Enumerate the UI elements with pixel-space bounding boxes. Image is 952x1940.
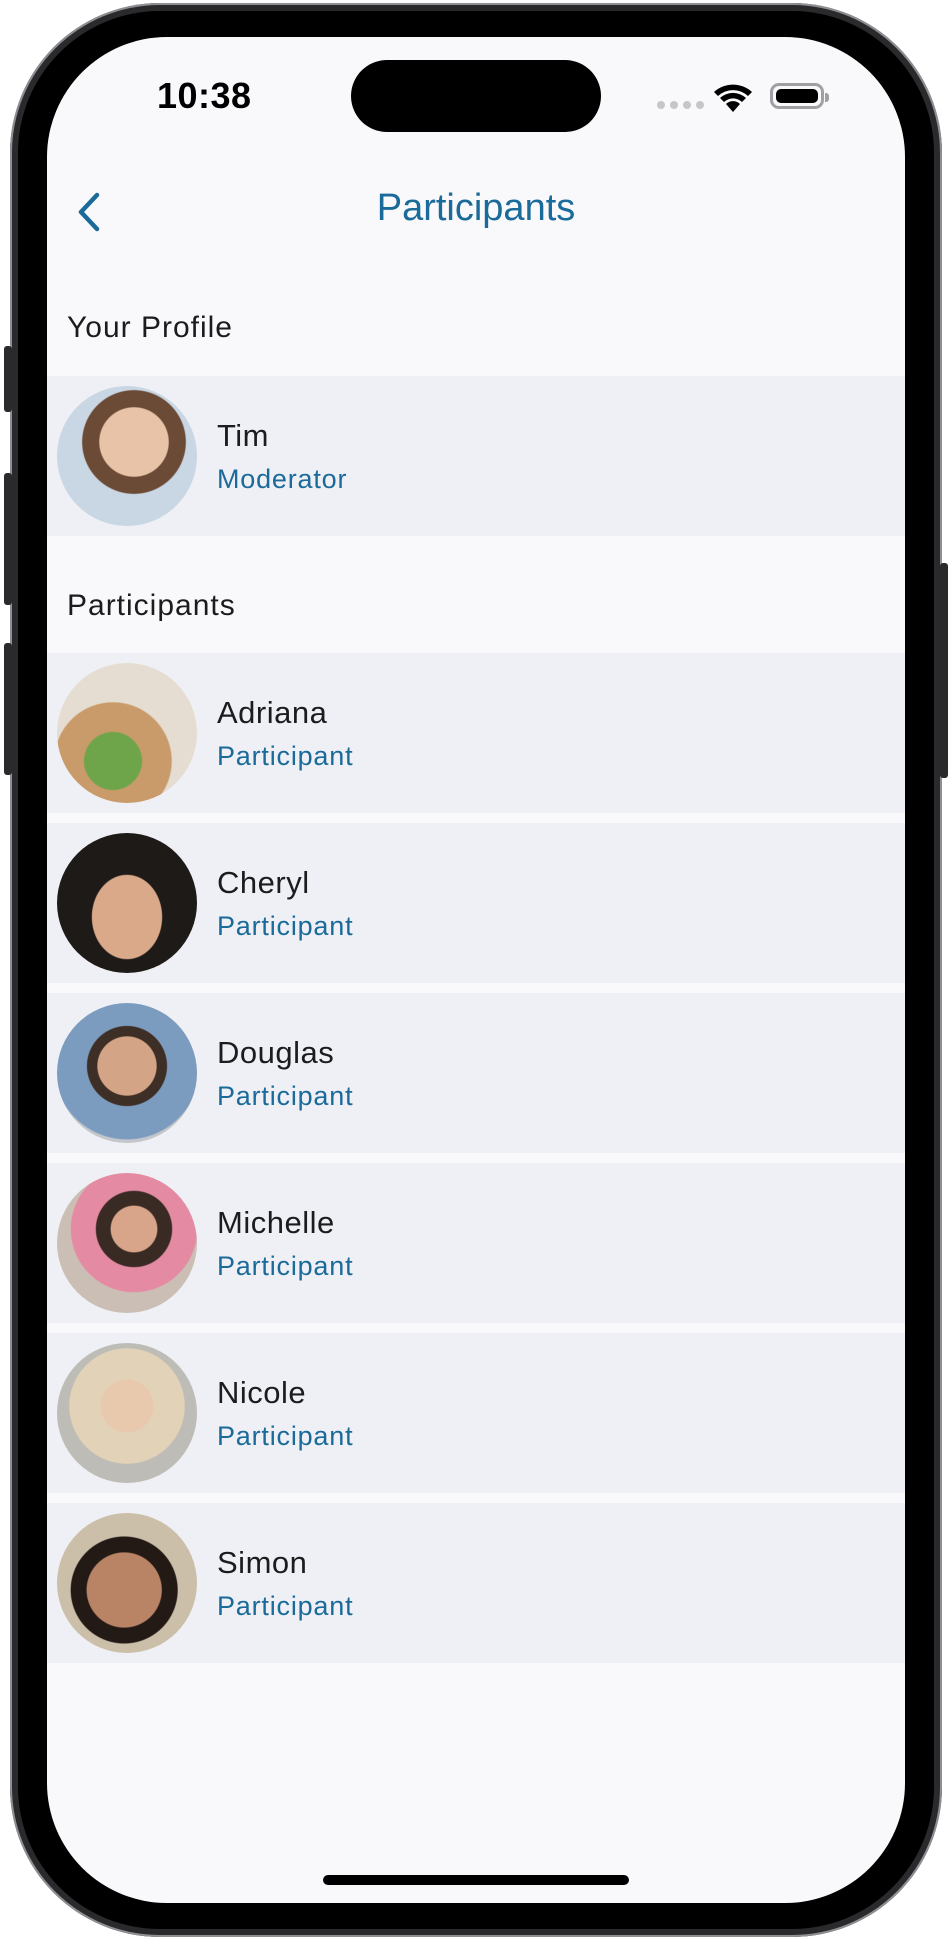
participant-role: Participant bbox=[217, 741, 354, 771]
volume-down-button bbox=[4, 643, 12, 775]
home-indicator[interactable] bbox=[323, 1875, 629, 1885]
section-header-your-profile: Your Profile bbox=[67, 311, 233, 344]
action-button bbox=[4, 346, 12, 412]
participant-role: Participant bbox=[217, 1081, 354, 1111]
volume-up-button bbox=[4, 473, 12, 605]
avatar bbox=[57, 386, 197, 526]
participant-role: Moderator bbox=[217, 464, 348, 494]
participant-row[interactable]: Adriana Participant bbox=[47, 653, 905, 813]
screen: 10:38 Participants Your Profile Tim Mode… bbox=[47, 37, 905, 1903]
participant-role: Participant bbox=[217, 911, 354, 941]
participant-row[interactable]: Douglas Participant bbox=[47, 993, 905, 1153]
participant-name: Michelle bbox=[217, 1205, 335, 1240]
avatar bbox=[57, 1343, 197, 1483]
participant-row[interactable]: Michelle Participant bbox=[47, 1163, 905, 1323]
avatar bbox=[57, 1003, 197, 1143]
participant-name: Adriana bbox=[217, 695, 328, 730]
page-title: Participants bbox=[376, 187, 576, 229]
participant-role: Participant bbox=[217, 1251, 354, 1281]
battery-icon bbox=[770, 83, 829, 109]
participant-name: Cheryl bbox=[217, 865, 310, 900]
participant-row[interactable]: Cheryl Participant bbox=[47, 823, 905, 983]
participant-row[interactable]: Nicole Participant bbox=[47, 1333, 905, 1493]
section-header-participants: Participants bbox=[67, 589, 236, 622]
dynamic-island bbox=[351, 60, 601, 132]
participant-name: Douglas bbox=[217, 1035, 335, 1070]
participant-name: Simon bbox=[217, 1545, 308, 1580]
wifi-icon bbox=[714, 84, 752, 112]
participant-name: Nicole bbox=[217, 1375, 307, 1410]
avatar bbox=[57, 1173, 197, 1313]
participant-role: Participant bbox=[217, 1421, 354, 1451]
avatar bbox=[57, 663, 197, 803]
participant-name: Tim bbox=[217, 418, 269, 453]
side-button bbox=[940, 563, 948, 778]
participant-row[interactable]: Simon Participant bbox=[47, 1503, 905, 1663]
participant-role: Participant bbox=[217, 1591, 354, 1621]
cellular-signal-icon bbox=[657, 101, 704, 109]
avatar bbox=[57, 833, 197, 973]
profile-row[interactable]: Tim Moderator bbox=[47, 376, 905, 536]
avatar bbox=[57, 1513, 197, 1653]
status-time: 10:38 bbox=[157, 75, 252, 116]
